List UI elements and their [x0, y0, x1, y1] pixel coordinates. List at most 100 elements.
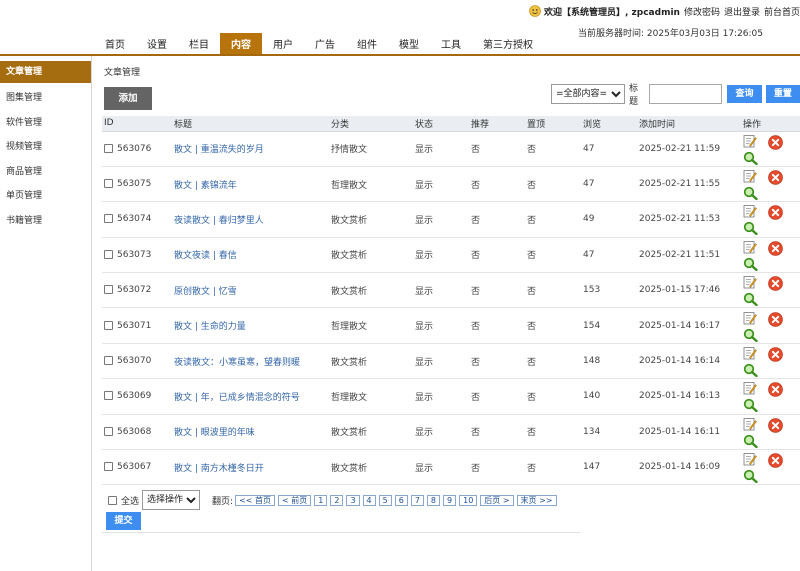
header-divider — [0, 54, 800, 56]
nav-columns[interactable]: 栏目 — [178, 33, 220, 54]
server-time-label: 当前服务器时间: — [578, 29, 645, 39]
view-icon[interactable] — [743, 257, 758, 271]
sidebar-item-products[interactable]: 商品管理 — [0, 160, 91, 185]
row-title-link[interactable]: 散文 | 生命的力量 — [174, 322, 246, 332]
pager-page-6[interactable]: 6 — [394, 494, 408, 506]
pager-prev[interactable]: < 前页 — [278, 494, 312, 506]
row-title-link[interactable]: 散文 | 眼波里的年味 — [174, 428, 255, 438]
batch-action-select[interactable]: 选择操作 — [142, 490, 201, 510]
nav-third-party-auth[interactable]: 第三方授权 — [472, 33, 544, 54]
row-checkbox[interactable] — [104, 426, 113, 436]
row-title-link[interactable]: 夜读散文 | 春归梦里人 — [174, 216, 264, 226]
row-category: 哲理散文 — [329, 166, 413, 203]
logout-link[interactable]: 退出登录 — [724, 5, 760, 18]
delete-icon[interactable] — [768, 347, 783, 362]
edit-icon[interactable] — [743, 452, 757, 466]
edit-icon[interactable] — [743, 275, 757, 289]
row-views: 148 — [581, 343, 637, 380]
pager-page-1[interactable]: 1 — [314, 494, 328, 506]
sidebar-item-videos[interactable]: 视频管理 — [0, 135, 91, 160]
row-id: 563068 — [117, 426, 152, 437]
delete-icon[interactable] — [768, 241, 783, 256]
reset-button[interactable]: 重置 — [765, 85, 800, 103]
pager-page-3[interactable]: 3 — [346, 494, 360, 506]
add-button[interactable]: 添加 — [104, 87, 152, 110]
submit-button[interactable]: 提交 — [106, 512, 141, 530]
edit-icon[interactable] — [743, 417, 757, 431]
row-title-link[interactable]: 原创散文 | 忆雪 — [174, 287, 237, 297]
delete-icon[interactable] — [768, 382, 783, 398]
row-title-link[interactable]: 散文 | 重温流失的岁月 — [174, 145, 264, 155]
edit-icon[interactable] — [743, 240, 757, 254]
delete-icon[interactable] — [768, 205, 783, 221]
nav-tools[interactable]: 工具 — [430, 33, 472, 54]
row-checkbox[interactable] — [104, 356, 113, 366]
view-icon[interactable] — [743, 434, 758, 448]
row-checkbox[interactable] — [104, 179, 113, 189]
view-icon[interactable] — [743, 292, 758, 307]
edit-icon[interactable] — [743, 346, 757, 360]
nav-models[interactable]: 模型 — [388, 33, 430, 54]
view-icon[interactable] — [743, 151, 758, 165]
row-status: 显示 — [413, 166, 469, 203]
pager-last[interactable]: 末页 >> — [516, 494, 557, 506]
row-checkbox[interactable] — [104, 285, 113, 295]
row-checkbox[interactable] — [104, 462, 113, 472]
delete-icon[interactable] — [768, 418, 783, 433]
view-icon[interactable] — [743, 328, 758, 342]
row-title-link[interactable]: 夜读散文：小寒虽寒，望春则暖 — [174, 358, 300, 368]
pager-page-5[interactable]: 5 — [378, 494, 392, 506]
edit-icon[interactable] — [743, 169, 757, 183]
edit-icon[interactable] — [743, 204, 757, 218]
nav-ads[interactable]: 广告 — [304, 33, 346, 54]
sidebar-item-single-pages[interactable]: 单页管理 — [0, 184, 91, 209]
delete-icon[interactable] — [768, 311, 783, 327]
pager-page-8[interactable]: 8 — [426, 494, 441, 506]
row-checkbox[interactable] — [104, 320, 113, 330]
delete-icon[interactable] — [768, 134, 783, 150]
nav-settings[interactable]: 设置 — [136, 33, 178, 54]
pager-next[interactable]: 后页 > — [480, 494, 514, 506]
edit-icon[interactable] — [743, 381, 757, 395]
pager-first[interactable]: << 首页 — [235, 494, 276, 506]
nav-components[interactable]: 组件 — [346, 33, 388, 54]
view-icon[interactable] — [743, 186, 758, 201]
pager-page-9[interactable]: 9 — [443, 494, 457, 506]
user-avatar-icon — [529, 5, 541, 17]
delete-icon[interactable] — [768, 276, 783, 292]
nav-users[interactable]: 用户 — [262, 33, 304, 54]
delete-icon[interactable] — [768, 453, 783, 469]
nav-home[interactable]: 首页 — [94, 33, 136, 54]
pager-page-4[interactable]: 4 — [362, 494, 376, 506]
row-title-link[interactable]: 散文 | 素锦流年 — [174, 181, 237, 191]
frontend-home-link[interactable]: 前台首页 — [764, 5, 800, 18]
row-title-link[interactable]: 散文 | 南方木槿冬日开 — [174, 464, 264, 474]
select-all-checkbox[interactable] — [108, 495, 117, 505]
row-action-icons — [743, 203, 783, 236]
view-icon[interactable] — [743, 221, 758, 236]
row-title-link[interactable]: 散文 | 年，已成乡情混念的符号 — [174, 393, 300, 403]
view-icon[interactable] — [743, 363, 758, 378]
pager-page-2[interactable]: 2 — [330, 494, 344, 506]
content-filter-select[interactable]: =全部内容= — [551, 84, 625, 104]
edit-icon[interactable] — [743, 311, 757, 325]
row-checkbox[interactable] — [104, 391, 113, 401]
delete-icon[interactable] — [768, 170, 783, 185]
row-title-link[interactable]: 散文夜读 | 春信 — [174, 251, 237, 261]
pager-page-7[interactable]: 7 — [410, 494, 424, 506]
row-checkbox[interactable] — [104, 214, 113, 224]
sidebar-item-software[interactable]: 软件管理 — [0, 111, 91, 136]
row-checkbox[interactable] — [104, 249, 113, 259]
search-button[interactable]: 查询 — [727, 85, 762, 103]
sidebar-item-books[interactable]: 书籍管理 — [0, 209, 91, 234]
row-checkbox[interactable] — [104, 143, 113, 153]
sidebar-item-articles[interactable]: 文章管理 — [0, 61, 91, 83]
change-password-link[interactable]: 修改密码 — [684, 5, 720, 18]
nav-content[interactable]: 内容 — [220, 33, 262, 54]
view-icon[interactable] — [743, 469, 758, 484]
pager-page-10[interactable]: 10 — [459, 494, 478, 506]
title-search-input[interactable] — [649, 84, 723, 104]
edit-icon[interactable] — [743, 134, 757, 148]
view-icon[interactable] — [743, 398, 758, 413]
sidebar-item-galleries[interactable]: 图集管理 — [0, 86, 91, 111]
